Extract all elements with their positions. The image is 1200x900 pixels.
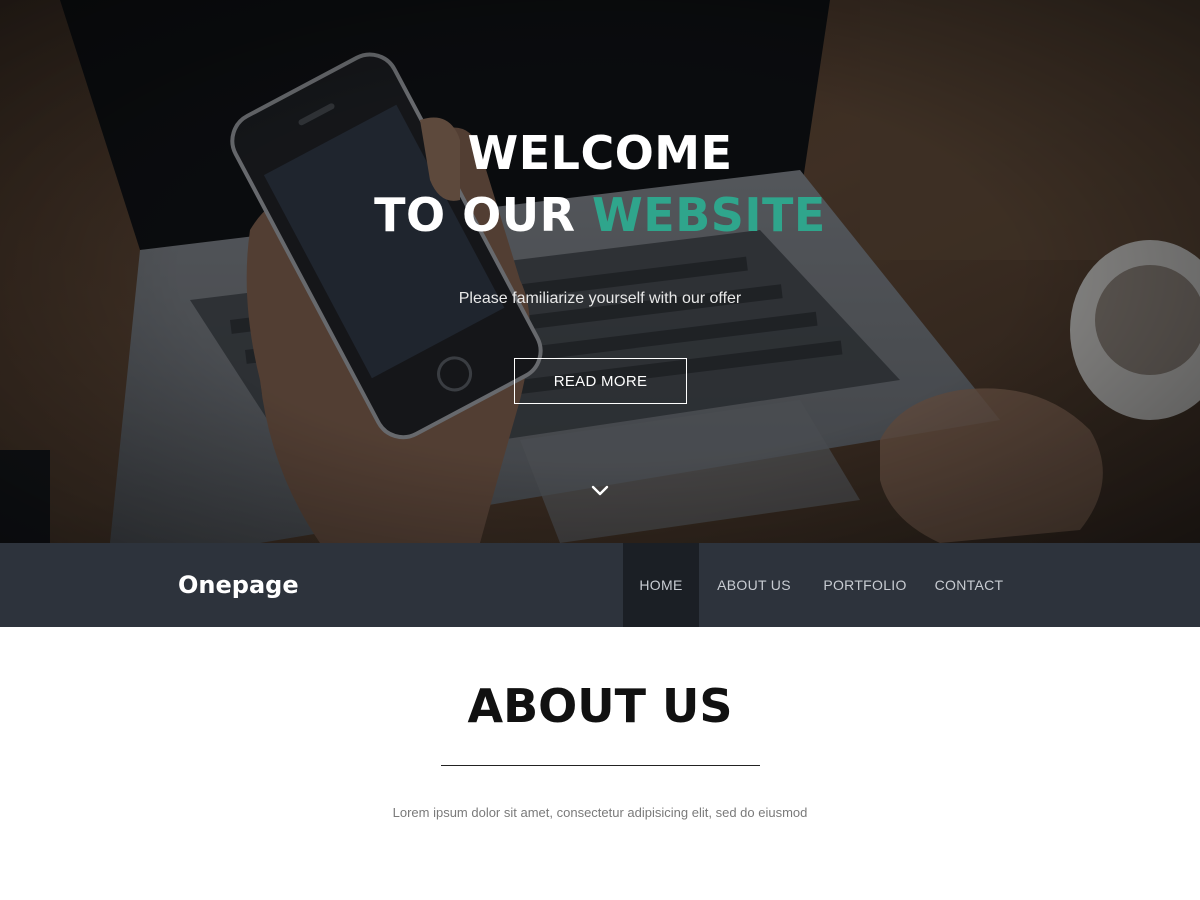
hero-section: WELCOME TO OUR WEBSITE Please familiariz… bbox=[0, 0, 1200, 543]
nav-item-contact[interactable]: CONTACT bbox=[921, 543, 1017, 627]
nav-menu: HOME ABOUT US PORTFOLIO CONTACT bbox=[623, 543, 1017, 627]
read-more-label: READ MORE bbox=[553, 372, 648, 390]
nav-item-portfolio[interactable]: PORTFOLIO bbox=[809, 543, 921, 627]
chevron-down-icon[interactable] bbox=[589, 480, 611, 502]
about-title: ABOUT US bbox=[467, 679, 733, 733]
read-more-button[interactable]: READ MORE bbox=[514, 358, 687, 404]
nav-item-home[interactable]: HOME bbox=[623, 543, 699, 627]
hero-subtitle: Please familiarize yourself with our off… bbox=[458, 290, 742, 307]
navbar: Onepage HOME ABOUT US PORTFOLIO CONTACT bbox=[0, 543, 1200, 627]
hero-title-accent: WEBSITE bbox=[592, 188, 826, 242]
hero-title: WELCOME TO OUR WEBSITE bbox=[0, 122, 1200, 246]
hero-title-line2-prefix: TO OUR bbox=[374, 188, 593, 242]
hero-overlay bbox=[0, 0, 1200, 543]
brand-logo[interactable]: Onepage bbox=[178, 570, 299, 600]
about-divider bbox=[441, 765, 760, 766]
hero-title-line1: WELCOME bbox=[467, 126, 733, 180]
about-text: Lorem ipsum dolor sit amet, consectetur … bbox=[392, 805, 808, 820]
nav-item-about-us[interactable]: ABOUT US bbox=[699, 543, 809, 627]
